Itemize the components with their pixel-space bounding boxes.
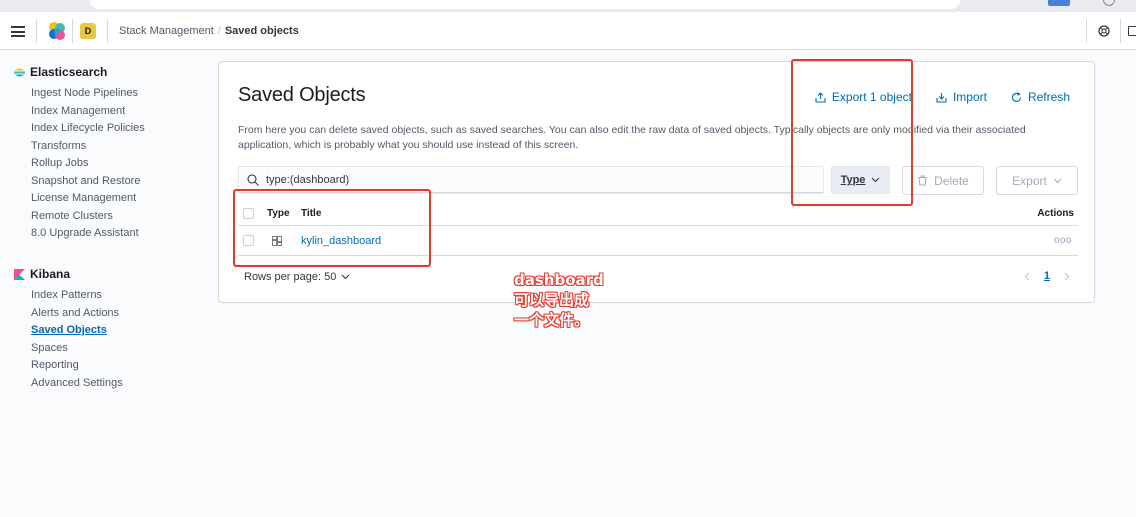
export-icon: [815, 91, 826, 103]
search-input[interactable]: [266, 174, 786, 186]
profile-icon[interactable]: [1103, 0, 1115, 6]
export-all-button[interactable]: Export 1 object: [815, 90, 912, 104]
saved-objects-table: Type Title Actions kylin_dashboard ooo: [238, 202, 1078, 256]
elastic-logo-icon[interactable]: [47, 21, 67, 41]
sidebar-item-saved-objects[interactable]: Saved Objects: [31, 322, 123, 340]
annotation-line: 可以导出成: [514, 291, 590, 309]
sidebar-item-index-patterns[interactable]: Index Patterns: [31, 287, 123, 305]
breadcrumb-separator: /: [217, 25, 221, 37]
sidebar-item-index-lifecycle-policies[interactable]: Index Lifecycle Policies: [31, 120, 145, 138]
sidebar-item-transforms[interactable]: Transforms: [31, 138, 145, 156]
import-button[interactable]: Import: [936, 90, 987, 104]
page-title: Saved Objects: [238, 84, 366, 106]
chevron-right-icon[interactable]: [1064, 272, 1070, 281]
export-all-label: Export 1 object: [831, 90, 912, 104]
sidebar-section-elasticsearch: Elasticsearch Ingest Node Pipelines Inde…: [14, 64, 145, 243]
refresh-icon: [1011, 91, 1022, 102]
page-description: From here you can delete saved objects, …: [238, 124, 1026, 151]
delete-label: Delete: [934, 173, 969, 188]
column-header-type[interactable]: Type: [267, 208, 301, 219]
rows-per-page-label: Rows per page: 50: [244, 271, 337, 283]
elasticsearch-icon: [14, 68, 25, 76]
breadcrumb: Stack Management / Saved objects: [119, 25, 299, 37]
sidebar-item-upgrade-assistant[interactable]: 8.0 Upgrade Assistant: [31, 225, 145, 243]
chevron-down-icon: [341, 274, 350, 280]
column-header-title[interactable]: Title: [301, 208, 1001, 219]
chevron-down-icon: [1053, 178, 1062, 183]
search-icon: [247, 174, 259, 186]
header-divider: [72, 19, 73, 43]
refresh-button[interactable]: Refresh: [1011, 90, 1070, 104]
header-divider: [1120, 19, 1121, 43]
select-all-checkbox[interactable]: [243, 208, 254, 219]
sidebar-item-alerts-and-actions[interactable]: Alerts and Actions: [31, 305, 123, 323]
kibana-icon: [14, 268, 25, 280]
chevron-down-icon: [872, 177, 880, 183]
breadcrumb-saved-objects: Saved objects: [224, 25, 299, 37]
space-avatar[interactable]: D: [80, 23, 96, 39]
export-button[interactable]: Export: [996, 166, 1078, 195]
mail-icon[interactable]: [1128, 26, 1136, 36]
sidebar-item-snapshot-and-restore[interactable]: Snapshot and Restore: [31, 173, 145, 191]
hamburger-menu-icon[interactable]: [11, 26, 25, 37]
sidebar-heading-kibana: Kibana: [14, 266, 123, 282]
search-box[interactable]: [238, 166, 824, 194]
trash-icon: [918, 175, 928, 186]
sidebar-heading-elasticsearch: Elasticsearch: [14, 64, 145, 80]
sidebar-item-advanced-settings[interactable]: Advanced Settings: [31, 375, 123, 393]
sidebar-item-ingest-node-pipelines[interactable]: Ingest Node Pipelines: [31, 85, 145, 103]
table-header: Type Title Actions: [238, 202, 1078, 226]
header-divider: [36, 19, 37, 43]
delete-button[interactable]: Delete: [902, 166, 984, 195]
type-filter-label: Type: [840, 174, 866, 186]
sidebar-item-index-management[interactable]: Index Management: [31, 103, 145, 121]
sidebar-item-spaces[interactable]: Spaces: [31, 340, 123, 358]
export-label: Export: [1012, 173, 1047, 188]
import-icon: [936, 92, 947, 103]
row-actions-button[interactable]: ooo: [1054, 235, 1072, 246]
column-header-actions: Actions: [1037, 208, 1074, 219]
sidebar-section-kibana: Kibana Index Patterns Alerts and Actions…: [14, 266, 123, 392]
sidebar-item-reporting[interactable]: Reporting: [31, 357, 123, 375]
header-divider: [1086, 19, 1087, 43]
annotation-line: 一个文件。: [514, 311, 590, 329]
browser-toolbar: [0, 0, 1136, 12]
header-divider: [107, 19, 108, 43]
rows-per-page-button[interactable]: Rows per page: 50: [244, 271, 350, 283]
sidebar-item-remote-clusters[interactable]: Remote Clusters: [31, 208, 145, 226]
import-label: Import: [952, 90, 987, 104]
new-badge: [1048, 0, 1070, 6]
page-number-current[interactable]: 1: [1044, 270, 1050, 282]
pagination: 1: [1024, 270, 1070, 282]
address-bar[interactable]: [90, 0, 960, 9]
sidebar-heading-label: Elasticsearch: [30, 65, 108, 79]
annotation-text: dashboard 可以导出成 一个文件。: [514, 270, 604, 330]
sidebar-heading-label: Kibana: [30, 267, 71, 281]
help-icon[interactable]: [1098, 25, 1110, 37]
sidebar-item-license-management[interactable]: License Management: [31, 190, 145, 208]
annotation-line: dashboard: [514, 271, 604, 289]
row-checkbox[interactable]: [243, 235, 254, 246]
page-actions: Export 1 object Import Refresh: [815, 90, 1070, 104]
sidebar-item-rollup-jobs[interactable]: Rollup Jobs: [31, 155, 145, 173]
breadcrumb-stack-management[interactable]: Stack Management: [119, 25, 214, 37]
row-title-link[interactable]: kylin_dashboard: [301, 235, 381, 247]
sidebar-list: Ingest Node Pipelines Index Management I…: [14, 85, 145, 243]
app-header: D Stack Management / Saved objects: [0, 12, 1136, 50]
refresh-label: Refresh: [1027, 90, 1070, 104]
type-filter-button[interactable]: Type: [831, 166, 890, 194]
chevron-left-icon[interactable]: [1024, 272, 1030, 281]
saved-objects-panel: Saved Objects Export 1 object Import Ref…: [218, 61, 1095, 303]
dashboard-icon: [272, 235, 282, 246]
management-sidebar: Elasticsearch Ingest Node Pipelines Inde…: [0, 51, 210, 517]
table-row: kylin_dashboard ooo: [238, 226, 1078, 256]
sidebar-list: Index Patterns Alerts and Actions Saved …: [14, 287, 123, 392]
